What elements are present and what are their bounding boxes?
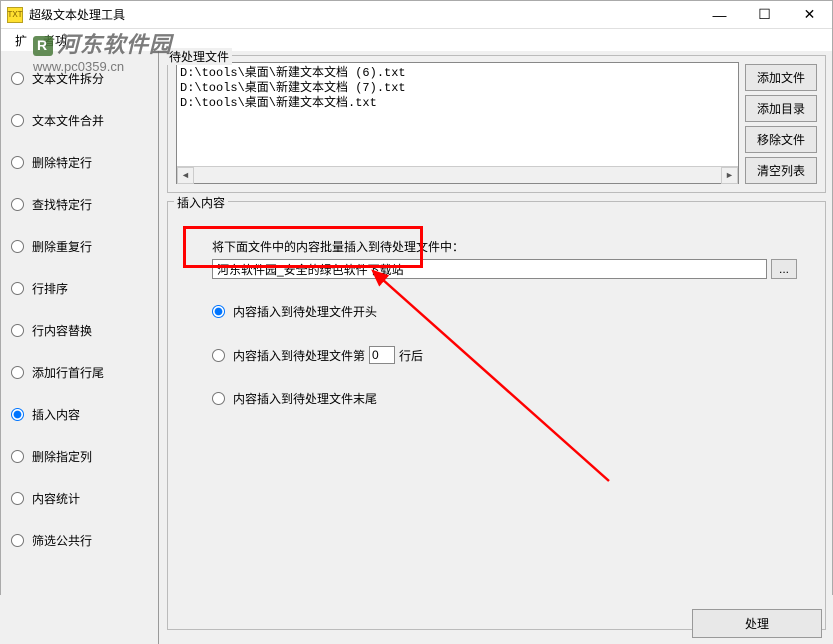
remove-file-button[interactable]: 移除文件: [745, 126, 817, 153]
horizontal-scrollbar[interactable]: ◄ ►: [177, 166, 738, 183]
insert-option-linenum[interactable]: 内容插入到待处理文件第 行后: [212, 346, 797, 364]
sidebar-option[interactable]: 行排序: [5, 277, 154, 300]
option-end-label: 内容插入到待处理文件末尾: [233, 390, 377, 407]
sidebar-option-label: 删除特定行: [32, 154, 92, 171]
sidebar-option-label: 内容统计: [32, 490, 80, 507]
main-panel: 待处理文件 D:\tools\桌面\新建文本文档 (6).txt D:\tool…: [159, 51, 832, 644]
sidebar-option-label: 查找特定行: [32, 196, 92, 213]
minimize-button[interactable]: —: [697, 1, 742, 29]
insert-input-row: ...: [212, 259, 797, 279]
instruction-text: 将下面文件中的内容批量插入到待处理文件中：: [212, 238, 797, 255]
insert-option-end[interactable]: 内容插入到待处理文件末尾: [212, 390, 797, 407]
sidebar: 文本文件拆分文本文件合并删除特定行查找特定行删除重复行行排序行内容替换添加行首行…: [1, 51, 159, 644]
scroll-left-icon[interactable]: ◄: [177, 167, 194, 184]
scroll-right-icon[interactable]: ►: [721, 167, 738, 184]
browse-button[interactable]: ...: [771, 259, 797, 279]
sidebar-option-label: 筛选公共行: [32, 532, 92, 549]
sidebar-option[interactable]: 文本文件合并: [5, 109, 154, 132]
sidebar-option-label: 行内容替换: [32, 322, 92, 339]
add-dir-button[interactable]: 添加目录: [745, 95, 817, 122]
file-list[interactable]: D:\tools\桌面\新建文本文档 (6).txt D:\tools\桌面\新…: [177, 63, 738, 166]
sidebar-radio[interactable]: [11, 366, 24, 379]
sidebar-option[interactable]: 插入内容: [5, 403, 154, 426]
insert-option-begin[interactable]: 内容插入到待处理文件开头: [212, 303, 797, 320]
radio-insert-linenum[interactable]: [212, 349, 225, 362]
option-begin-label: 内容插入到待处理文件开头: [233, 303, 377, 320]
sidebar-radio[interactable]: [11, 114, 24, 127]
sidebar-option[interactable]: 删除重复行: [5, 235, 154, 258]
file-group: 待处理文件 D:\tools\桌面\新建文本文档 (6).txt D:\tool…: [167, 55, 826, 193]
app-icon: TXT: [7, 7, 23, 23]
sidebar-option-label: 插入内容: [32, 406, 80, 423]
content-area: 文本文件拆分文本文件合并删除特定行查找特定行删除重复行行排序行内容替换添加行首行…: [1, 51, 832, 644]
sidebar-option-label: 文本文件合并: [32, 112, 104, 129]
insert-file-input[interactable]: [212, 259, 767, 279]
insert-content-group: 插入内容 将下面文件中的内容批量插入到待处理文件中： ... 内容插入到待处理文…: [167, 201, 826, 630]
radio-insert-end[interactable]: [212, 392, 225, 405]
sidebar-option[interactable]: 内容统计: [5, 487, 154, 510]
option-linenum-suffix: 行后: [399, 347, 423, 364]
sidebar-option-label: 文本文件拆分: [32, 70, 104, 87]
clear-list-button[interactable]: 清空列表: [745, 157, 817, 184]
sidebar-radio[interactable]: [11, 72, 24, 85]
radio-insert-begin[interactable]: [212, 305, 225, 318]
sidebar-option[interactable]: 添加行首行尾: [5, 361, 154, 384]
sidebar-radio[interactable]: [11, 282, 24, 295]
sidebar-option-label: 添加行首行尾: [32, 364, 104, 381]
titlebar: TXT 超级文本处理工具 — ☐ ✕: [1, 1, 832, 29]
sidebar-radio[interactable]: [11, 450, 24, 463]
scroll-track[interactable]: [194, 167, 721, 184]
insert-group-label: 插入内容: [174, 194, 228, 211]
menubar: 扩 者功: [1, 29, 832, 51]
sidebar-option[interactable]: 文本文件拆分: [5, 67, 154, 90]
file-buttons: 添加文件 添加目录 移除文件 清空列表: [745, 64, 817, 184]
file-list-container: D:\tools\桌面\新建文本文档 (6).txt D:\tools\桌面\新…: [176, 62, 739, 184]
menu-file[interactable]: 扩: [7, 30, 35, 51]
option-linenum-prefix: 内容插入到待处理文件第: [233, 347, 365, 364]
window-title: 超级文本处理工具: [29, 6, 697, 23]
window-controls: — ☐ ✕: [697, 1, 832, 29]
sidebar-radio[interactable]: [11, 156, 24, 169]
maximize-button[interactable]: ☐: [742, 1, 787, 29]
sidebar-option[interactable]: 查找特定行: [5, 193, 154, 216]
bottom-bar: 处理: [692, 609, 822, 638]
sidebar-option-label: 删除重复行: [32, 238, 92, 255]
sidebar-radio[interactable]: [11, 198, 24, 211]
sidebar-radio[interactable]: [11, 408, 24, 421]
close-button[interactable]: ✕: [787, 1, 832, 29]
sidebar-option-label: 行排序: [32, 280, 68, 297]
sidebar-radio[interactable]: [11, 240, 24, 253]
line-number-input[interactable]: [369, 346, 395, 364]
sidebar-option[interactable]: 删除特定行: [5, 151, 154, 174]
sidebar-option[interactable]: 筛选公共行: [5, 529, 154, 552]
add-file-button[interactable]: 添加文件: [745, 64, 817, 91]
sidebar-radio[interactable]: [11, 492, 24, 505]
process-button[interactable]: 处理: [692, 609, 822, 638]
sidebar-option[interactable]: 删除指定列: [5, 445, 154, 468]
sidebar-radio[interactable]: [11, 324, 24, 337]
sidebar-radio[interactable]: [11, 534, 24, 547]
menu-help[interactable]: 者功: [35, 30, 75, 51]
sidebar-option-label: 删除指定列: [32, 448, 92, 465]
app-window: TXT 超级文本处理工具 — ☐ ✕ 扩 者功 河东软件园 www.pc0359…: [0, 0, 833, 595]
insert-body: 将下面文件中的内容批量插入到待处理文件中： ... 内容插入到待处理文件开头 内…: [176, 208, 817, 443]
sidebar-option[interactable]: 行内容替换: [5, 319, 154, 342]
